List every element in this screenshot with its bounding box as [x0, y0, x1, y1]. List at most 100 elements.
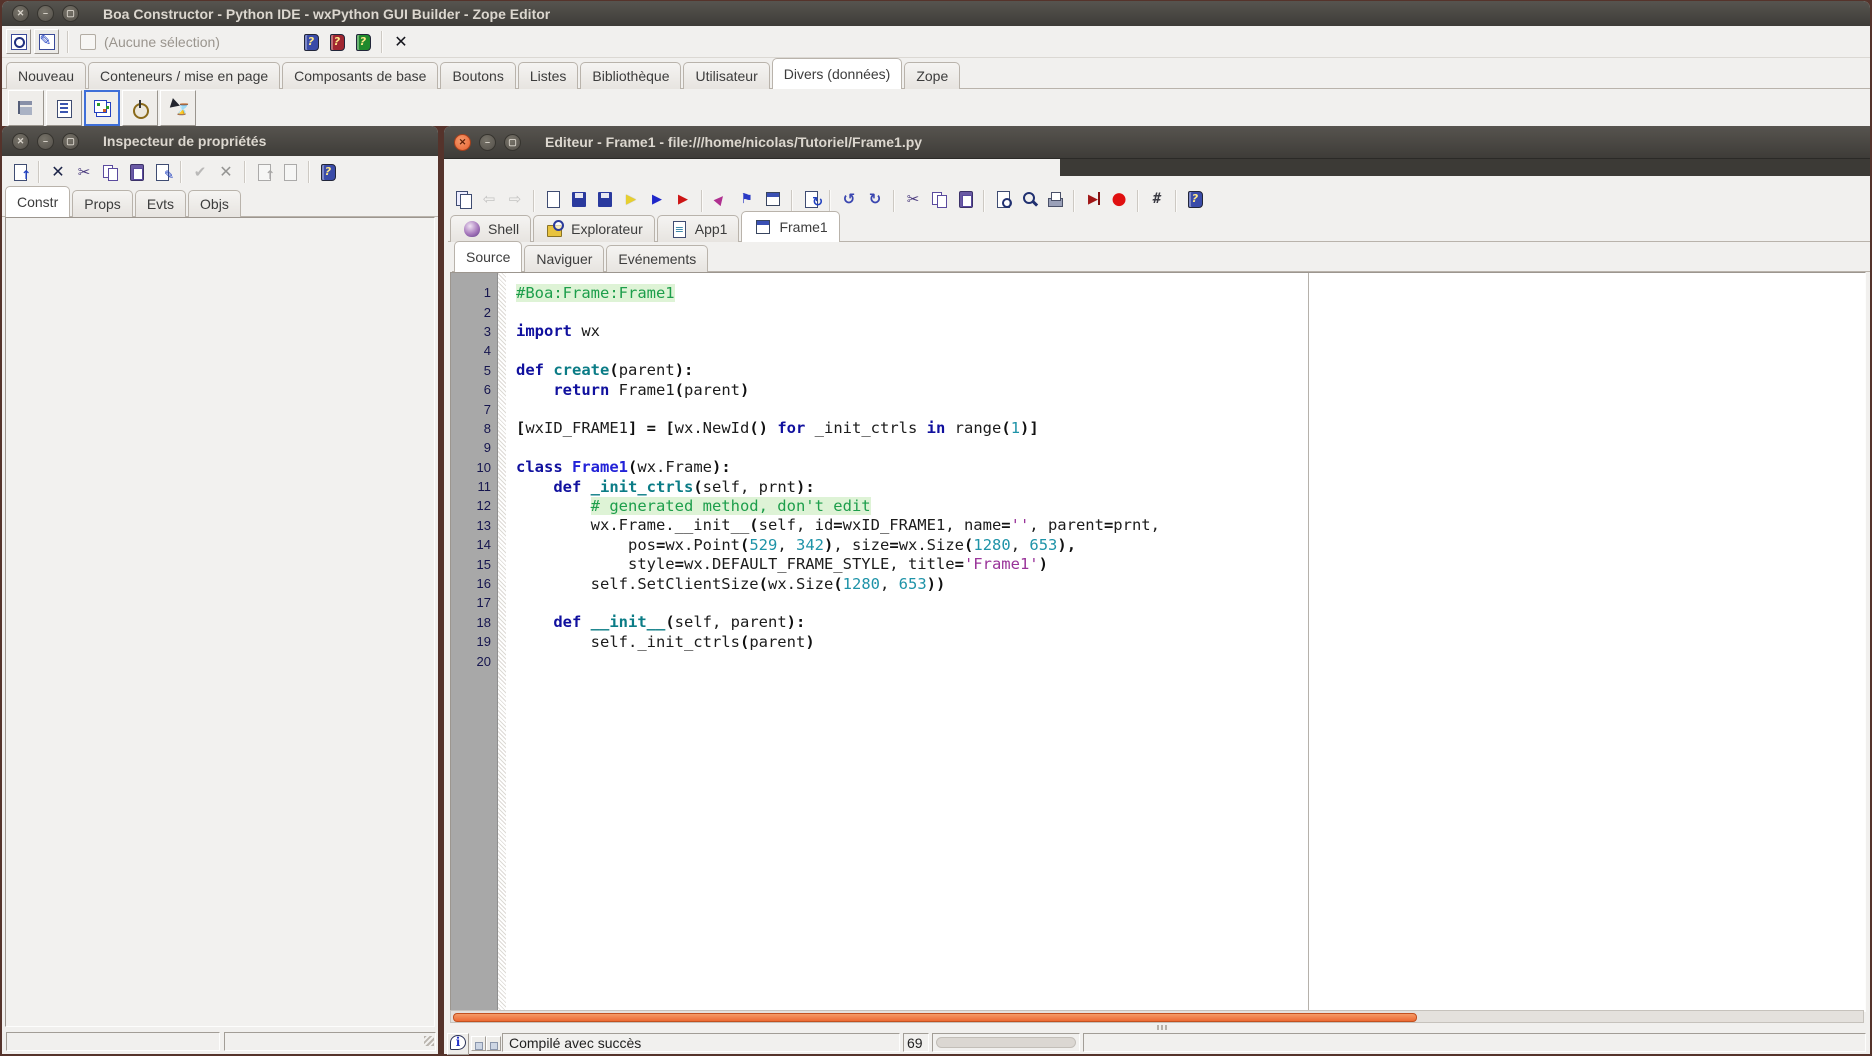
timer-icon — [130, 98, 150, 118]
inspector-frame-button[interactable] — [6, 29, 31, 54]
horizontal-scrollbar[interactable] — [450, 1010, 1864, 1023]
code-text: wx.Frame.__init__(self, id=wxID_FRAME1, … — [499, 516, 1160, 534]
undo-button[interactable] — [836, 186, 862, 212]
todo-flag-icon — [737, 189, 757, 209]
cancel-button[interactable] — [213, 159, 239, 185]
find-button[interactable] — [990, 186, 1016, 212]
palette-tab-bibliotheque[interactable]: Bibliothèque — [580, 62, 681, 89]
help-book-button[interactable] — [1182, 186, 1208, 212]
inspector-tab-constr[interactable]: Constr — [5, 186, 70, 217]
status-small-button-2[interactable] — [486, 1036, 501, 1051]
copy-control-button[interactable] — [97, 159, 123, 185]
new-module-button[interactable] — [540, 186, 566, 212]
inspector-tab-objs[interactable]: Objs — [188, 190, 241, 217]
help-book-button[interactable] — [315, 159, 341, 185]
selection-checkbox[interactable] — [80, 34, 96, 50]
debug-module-button[interactable] — [670, 186, 696, 212]
minimize-button[interactable]: – — [479, 134, 496, 151]
recreate-control-button[interactable] — [149, 159, 175, 185]
apply-button[interactable] — [187, 159, 213, 185]
minimize-button[interactable]: – — [37, 133, 54, 150]
palette-tab-conteneurs[interactable]: Conteneurs / mise en page — [88, 62, 280, 89]
palette-tab-listes[interactable]: Listes — [518, 62, 579, 89]
editor-title: Editeur - Frame1 - file:///home/nicolas/… — [545, 134, 922, 150]
find-again-button[interactable] — [1016, 186, 1042, 212]
status-info-button[interactable] — [447, 1033, 469, 1055]
run-module-button[interactable] — [644, 186, 670, 212]
minimize-button[interactable]: – — [37, 5, 54, 22]
image-list-button[interactable] — [84, 90, 120, 126]
maximize-button[interactable]: ▢ — [62, 133, 79, 150]
code-text: self._init_ctrls(parent) — [499, 633, 815, 651]
frame-designer-button[interactable] — [760, 186, 786, 212]
designer-frame-button[interactable] — [34, 29, 59, 54]
palette-tab-divers-donnees[interactable]: Divers (données) — [772, 58, 903, 89]
tab-frame1[interactable]: Frame1 — [741, 211, 839, 242]
paste-button[interactable] — [952, 186, 978, 212]
check-source-button[interactable] — [618, 186, 644, 212]
close-button[interactable]: ✕ — [12, 5, 29, 22]
status-small-button-1[interactable] — [471, 1036, 486, 1051]
palette-tab-composants[interactable]: Composants de base — [282, 62, 438, 89]
tab-explorateur[interactable]: Explorateur — [533, 215, 655, 242]
redo-button[interactable] — [862, 186, 888, 212]
paste-control-button[interactable] — [123, 159, 149, 185]
close-page-button[interactable] — [388, 29, 414, 55]
breakpoint-button[interactable] — [1106, 186, 1132, 212]
code-todo-button[interactable] — [1144, 186, 1170, 212]
tab-shell[interactable]: Shell — [450, 215, 531, 242]
todo-flag-button[interactable] — [734, 186, 760, 212]
copy-button[interactable] — [926, 186, 952, 212]
add-item-button[interactable] — [251, 159, 277, 185]
cut-control-button[interactable] — [71, 159, 97, 185]
close-button[interactable]: ✕ — [454, 134, 471, 151]
tab-source[interactable]: Source — [454, 241, 522, 272]
profiler-button[interactable] — [708, 186, 734, 212]
timer-button[interactable] — [122, 90, 158, 126]
scrollbar-thumb[interactable] — [453, 1013, 1417, 1022]
tab-app1[interactable]: App1 — [657, 215, 740, 242]
delete-item-button[interactable] — [277, 159, 303, 185]
inspector-tab-props[interactable]: Props — [72, 190, 133, 217]
open-module-list-button[interactable] — [450, 186, 476, 212]
selection-combo[interactable]: (Aucune sélection) — [104, 34, 220, 50]
code-line: 19 self._init_ctrls(parent) — [451, 632, 1865, 651]
splitter-sash[interactable] — [444, 1023, 1870, 1032]
tab-label: Divers (données) — [784, 66, 891, 82]
source-editor[interactable]: 1#Boa:Frame:Frame123import wx45def creat… — [450, 272, 1866, 1012]
inspector-property-panel[interactable] — [5, 217, 435, 1027]
delete-control-icon — [48, 162, 68, 182]
maximize-button[interactable]: ▢ — [62, 5, 79, 22]
back-button[interactable] — [476, 186, 502, 212]
close-button[interactable]: ✕ — [12, 133, 29, 150]
tab-naviguer[interactable]: Naviguer — [524, 245, 604, 272]
reload-module-button[interactable] — [798, 186, 824, 212]
palette-tab-utilisateur[interactable]: Utilisateur — [683, 62, 769, 89]
palette-tab-nouveau[interactable]: Nouveau — [6, 62, 86, 89]
resize-grip[interactable] — [424, 1036, 434, 1046]
delete-control-button[interactable] — [45, 159, 71, 185]
navigate-collection-button[interactable] — [7, 159, 33, 185]
help-book-green-icon[interactable] — [350, 29, 376, 55]
print-button[interactable] — [1042, 186, 1068, 212]
save-button[interactable] — [566, 186, 592, 212]
goto-cursor-button[interactable] — [1080, 186, 1106, 212]
tab-evenements[interactable]: Evénements — [606, 245, 708, 272]
tree-ctrl-button[interactable] — [8, 90, 44, 126]
maximize-button[interactable]: ▢ — [504, 134, 521, 151]
help-book-red-icon[interactable] — [324, 29, 350, 55]
palette-tab-zope[interactable]: Zope — [904, 62, 960, 89]
save-as-button[interactable] — [592, 186, 618, 212]
editable-listbox-button[interactable] — [46, 90, 82, 126]
code-line: 6 return Frame1(parent) — [451, 380, 1865, 399]
inspector-tab-evts[interactable]: Evts — [135, 190, 186, 217]
cut-button[interactable] — [900, 186, 926, 212]
help-book-blue-icon[interactable] — [298, 29, 324, 55]
toolbar-separator — [1175, 190, 1177, 212]
busy-cursor-button[interactable] — [160, 90, 196, 126]
code-text: [wxID_FRAME1] = [wx.NewId() for _init_ct… — [499, 419, 1039, 437]
sash-grip[interactable] — [1157, 1025, 1169, 1030]
forward-button[interactable] — [502, 186, 528, 212]
code-line: 9 — [451, 438, 1865, 457]
palette-tab-boutons[interactable]: Boutons — [440, 62, 515, 89]
